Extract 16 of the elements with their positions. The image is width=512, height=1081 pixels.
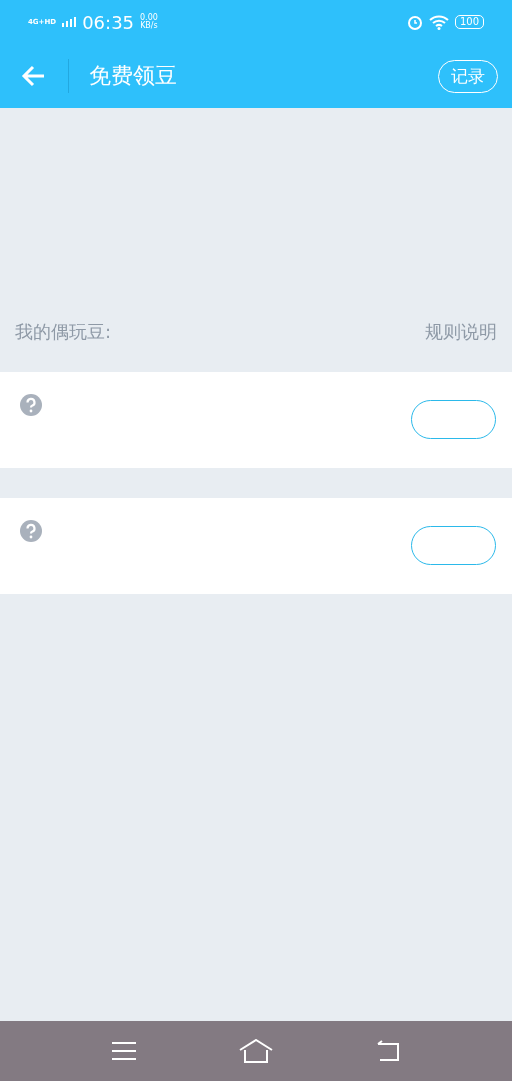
- network-speed: 0.00 KB/s: [140, 14, 158, 30]
- clock: 06:35: [82, 11, 135, 33]
- help-icon: [20, 394, 42, 416]
- back-nav-button[interactable]: [375, 1040, 401, 1062]
- menu-button[interactable]: [111, 1041, 137, 1061]
- wifi-icon: [428, 14, 449, 30]
- home-button[interactable]: [239, 1039, 273, 1063]
- task-button[interactable]: [411, 526, 496, 565]
- task-button[interactable]: [411, 400, 496, 439]
- battery-indicator: 100: [454, 15, 484, 29]
- page-title: 免费领豆: [89, 62, 178, 90]
- alarm-icon: [406, 14, 423, 30]
- beans-label: 我的偶玩豆:: [15, 320, 112, 344]
- signal-icon: [62, 17, 77, 27]
- help-icon: [20, 520, 42, 542]
- rules-link[interactable]: 规则说明: [425, 320, 497, 344]
